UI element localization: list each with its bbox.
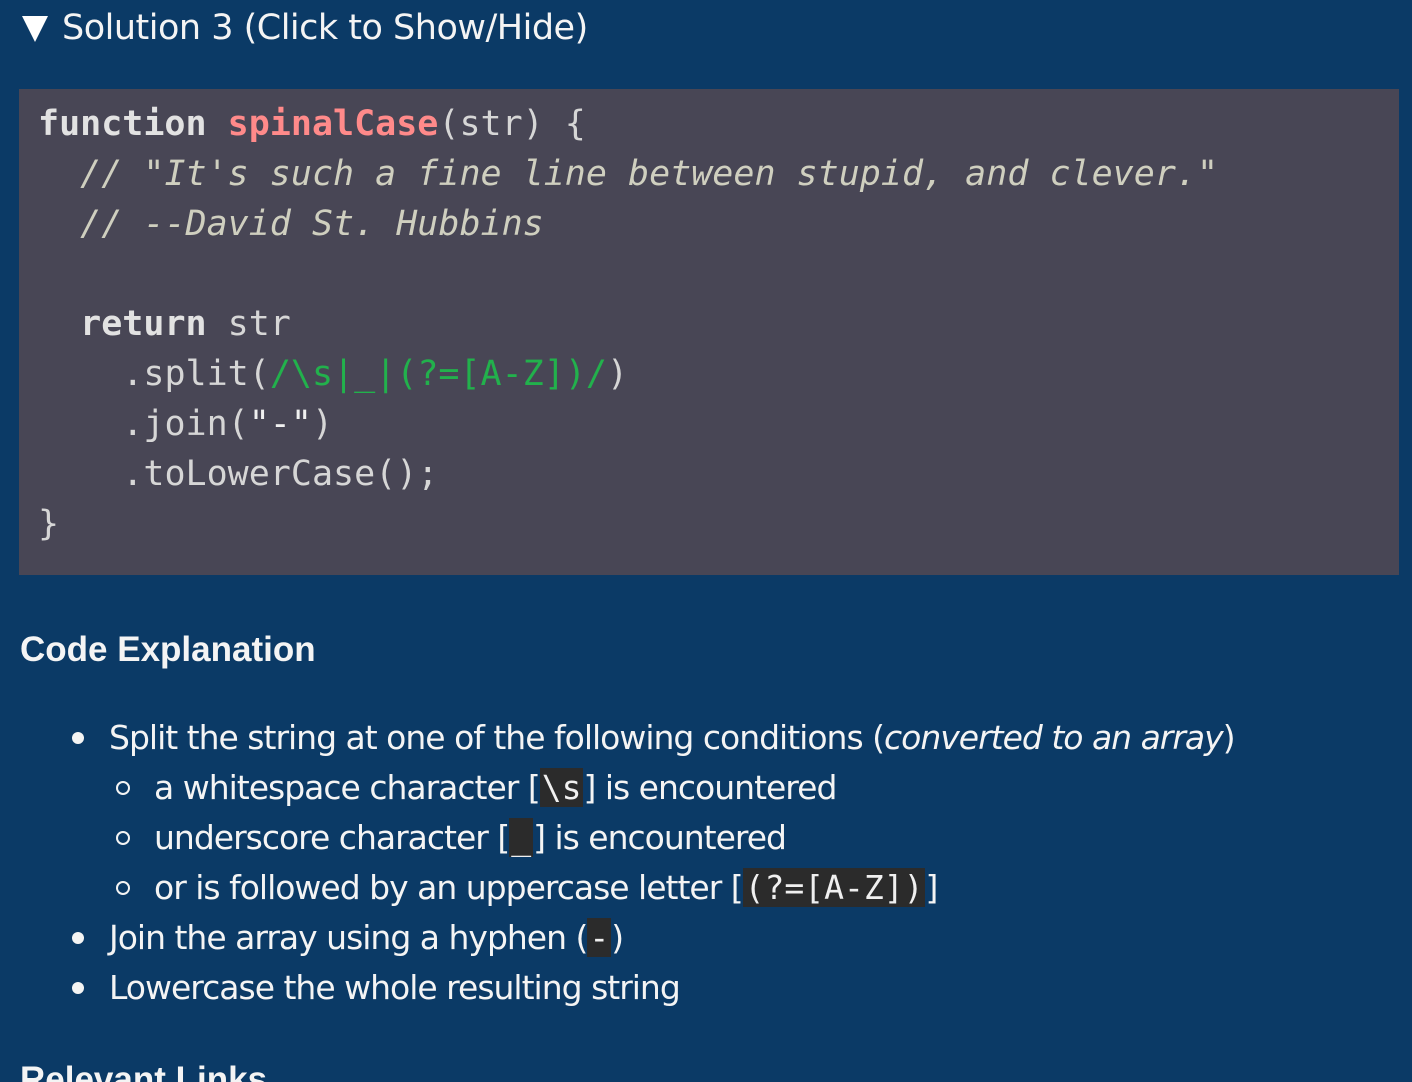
relevant-links-heading: Relevant Links: [20, 1060, 268, 1082]
solution-toggle[interactable]: Solution 3 (Click to Show/Hide): [22, 6, 588, 50]
code-keyword: return: [80, 304, 207, 344]
code-keyword: function: [38, 104, 207, 144]
code-line: return str: [38, 299, 1399, 349]
code-regex: /\s|_|(?=[A-Z])/: [269, 354, 607, 394]
code-line: }: [38, 499, 1399, 549]
code-line: // "It's such a fine line between stupid…: [38, 149, 1399, 199]
code-block: function spinalCase(str) { // "It's such…: [19, 89, 1399, 575]
code-text: .toLowerCase();: [122, 454, 439, 494]
code-function-name: spinalCase: [227, 104, 439, 144]
circle-bullet-icon: [116, 831, 130, 845]
code-string: "-": [248, 404, 312, 444]
list-text: Lowercase the whole resulting string: [109, 968, 681, 1007]
list-text: a whitespace character [: [154, 768, 541, 807]
code-text: }: [38, 504, 60, 544]
sub-list-item: a whitespace character [\s] is encounter…: [0, 763, 1235, 813]
bullet-icon: [72, 732, 84, 744]
inline-code: \s: [539, 768, 584, 807]
code-text: .split(: [122, 354, 270, 394]
list-text: ] is encountered: [533, 818, 787, 857]
list-emphasis: converted to an array: [884, 718, 1224, 757]
list-text: ): [1222, 718, 1236, 757]
code-line: .split(/\s|_|(?=[A-Z])/): [38, 349, 1399, 399]
code-text: .join(: [122, 404, 249, 444]
list-text: or is followed by an uppercase letter [: [154, 868, 744, 907]
code-comment: // "It's such a fine line between stupid…: [80, 154, 1219, 194]
code-text: str: [206, 304, 291, 344]
list-item: Join the array using a hyphen (-): [0, 913, 1235, 963]
solution-toggle-label[interactable]: Solution 3 (Click to Show/Hide): [62, 8, 588, 48]
code-comment: // --David St. Hubbins: [80, 204, 544, 244]
list-text: ] is encountered: [583, 768, 837, 807]
code-line: function spinalCase(str) {: [38, 99, 1399, 149]
inline-code: -: [587, 918, 612, 957]
list-item: Split the string at one of the following…: [0, 713, 1236, 763]
code-text: ): [606, 354, 629, 394]
bullet-icon: [72, 982, 84, 994]
list-text: ): [611, 918, 624, 957]
disclosure-triangle-icon[interactable]: [22, 16, 48, 42]
circle-bullet-icon: [116, 881, 130, 895]
explanation-list: Split the string at one of the following…: [0, 713, 1236, 1013]
code-text: (str) {: [438, 104, 586, 144]
list-text: ]: [925, 868, 938, 907]
inline-code: _: [509, 818, 534, 857]
list-text: underscore character [: [154, 818, 510, 857]
code-line: .join("-"): [38, 399, 1399, 449]
list-text: Join the array using a hyphen (: [109, 918, 588, 957]
inline-code: (?=[A-Z]): [742, 868, 926, 907]
bullet-icon: [72, 932, 84, 944]
code-line: .toLowerCase();: [38, 449, 1399, 499]
code-text: ): [311, 404, 334, 444]
code-explanation-heading: Code Explanation: [20, 630, 316, 669]
sub-list-item: or is followed by an uppercase letter [(…: [0, 863, 1235, 913]
code-line: // --David St. Hubbins: [38, 199, 1399, 249]
circle-bullet-icon: [116, 781, 130, 795]
sub-list-item: underscore character [_] is encountered: [0, 813, 1235, 863]
list-text: Split the string at one of the following…: [109, 718, 885, 757]
list-item: Lowercase the whole resulting string: [0, 963, 1235, 1013]
